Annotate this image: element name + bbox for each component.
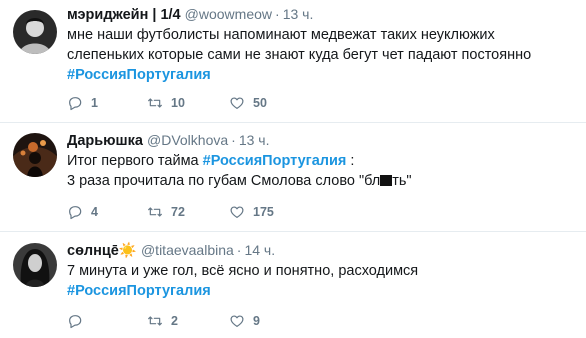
author-name-text: сөлнцē: [67, 243, 119, 259]
tweet-content: Дарьюшка @DVolkhova · 13 ч. Итог первого т…: [67, 130, 574, 191]
separator-dot: ·: [231, 132, 236, 148]
reply-icon: [69, 97, 82, 111]
author-name[interactable]: Дарьюшка: [67, 133, 143, 149]
tweet-text: Итог первого тайма #РоссияПортугалия : 3…: [67, 151, 574, 191]
tweet-actions: 2 9: [67, 313, 309, 329]
tweet-time[interactable]: 14 ч.: [244, 242, 275, 258]
tweet-text-fragment: :: [346, 153, 355, 169]
sun-emoji-icon: ☀️: [118, 243, 137, 259]
tweet-feed: мэриджейн | 1/4 @woowmeow · 13 ч. мне наши…: [0, 0, 586, 338]
reply-count: 4: [91, 205, 98, 219]
tweet-time[interactable]: 13 ч.: [239, 132, 270, 148]
tweet-text-line: Итог первого тайма #РоссияПортугалия :: [67, 151, 574, 171]
tweet-time[interactable]: 13 ч.: [283, 6, 314, 22]
retweet-button[interactable]: 72: [147, 204, 229, 220]
retweet-count: 2: [171, 314, 178, 328]
avatar[interactable]: [13, 133, 57, 177]
like-button[interactable]: 9: [229, 313, 309, 329]
hashtag-link[interactable]: #РоссияПортугалия: [67, 67, 211, 83]
separator-dot: ·: [275, 6, 280, 22]
reply-button[interactable]: [67, 313, 147, 329]
heart-icon: [230, 97, 244, 109]
tweet-header: мэриджейн | 1/4 @woowmeow · 13 ч.: [67, 4, 574, 25]
reply-count: 1: [91, 96, 98, 110]
tweet-text-line: слепеньких которые сами не знают куда бе…: [67, 47, 532, 63]
reply-button[interactable]: 4: [67, 204, 147, 220]
like-count: 175: [253, 205, 274, 219]
heart-icon: [230, 315, 244, 327]
tweet-content: мэриджейн | 1/4 @woowmeow · 13 ч. мне наши…: [67, 4, 574, 85]
tweet-header: Дарьюшка @DVolkhova · 13 ч.: [67, 130, 574, 151]
like-button[interactable]: 175: [229, 204, 309, 220]
reply-icon: [69, 315, 82, 329]
tweet[interactable]: мэриджейн | 1/4 @woowmeow · 13 ч. мне наши…: [0, 0, 586, 123]
avatar[interactable]: [13, 10, 57, 54]
tweet[interactable]: Дарьюшка @DVolkhova · 13 ч. Итог первого т…: [0, 123, 586, 232]
heart-icon: [230, 206, 244, 218]
separator-dot: ·: [236, 242, 242, 258]
author-handle[interactable]: @woowmeow: [185, 6, 272, 22]
tweet-text-fragment: Итог первого тайма: [67, 153, 203, 169]
tweet-text-line: 3 раза прочитала по губам Смолова слово …: [67, 171, 574, 191]
tweet-text-line: 7 минута и уже гол, всё ясно и понятно, …: [67, 263, 419, 279]
censor-block: [380, 175, 393, 186]
tweet-text: 7 минута и уже гол, всё ясно и понятно, …: [67, 261, 574, 301]
like-count: 9: [253, 314, 260, 328]
tweet-text-fragment: ть": [392, 173, 412, 189]
retweet-count: 10: [171, 96, 185, 110]
tweet-actions: 4 72 175: [67, 204, 309, 220]
retweet-button[interactable]: 2: [147, 313, 229, 329]
tweet[interactable]: сөлнцē☀️ @titaevaalbina · 14 ч. 7 минута и…: [0, 232, 586, 338]
like-button[interactable]: 50: [229, 95, 309, 111]
hashtag-link[interactable]: #РоссияПортугалия: [67, 283, 211, 299]
tweet-actions: 1 10 50: [67, 95, 309, 111]
author-name[interactable]: мэриджейн | 1/4: [67, 7, 181, 23]
author-handle[interactable]: @DVolkhova: [147, 132, 228, 148]
reply-button[interactable]: 1: [67, 95, 147, 111]
hashtag-link[interactable]: #РоссияПортугалия: [203, 153, 347, 169]
tweet-text: мне наши футболисты напоминают медвежат …: [67, 25, 574, 85]
reply-icon: [69, 206, 82, 220]
like-count: 50: [253, 96, 267, 110]
author-name[interactable]: сөлнцē☀️: [67, 243, 137, 259]
retweet-icon: [148, 207, 162, 217]
retweet-icon: [148, 316, 162, 326]
avatar[interactable]: [13, 243, 57, 287]
tweet-text-fragment: 3 раза прочитала по губам Смолова слово …: [67, 173, 381, 189]
tweet-content: сөлнцē☀️ @titaevaalbina · 14 ч. 7 минута и…: [67, 240, 574, 301]
retweet-button[interactable]: 10: [147, 95, 229, 111]
tweet-header: сөлнцē☀️ @titaevaalbina · 14 ч.: [67, 240, 574, 261]
retweet-icon: [148, 98, 162, 108]
retweet-count: 72: [171, 205, 185, 219]
author-handle[interactable]: @titaevaalbina: [141, 242, 234, 258]
tweet-text-line: мне наши футболисты напоминают медвежат …: [67, 27, 495, 43]
